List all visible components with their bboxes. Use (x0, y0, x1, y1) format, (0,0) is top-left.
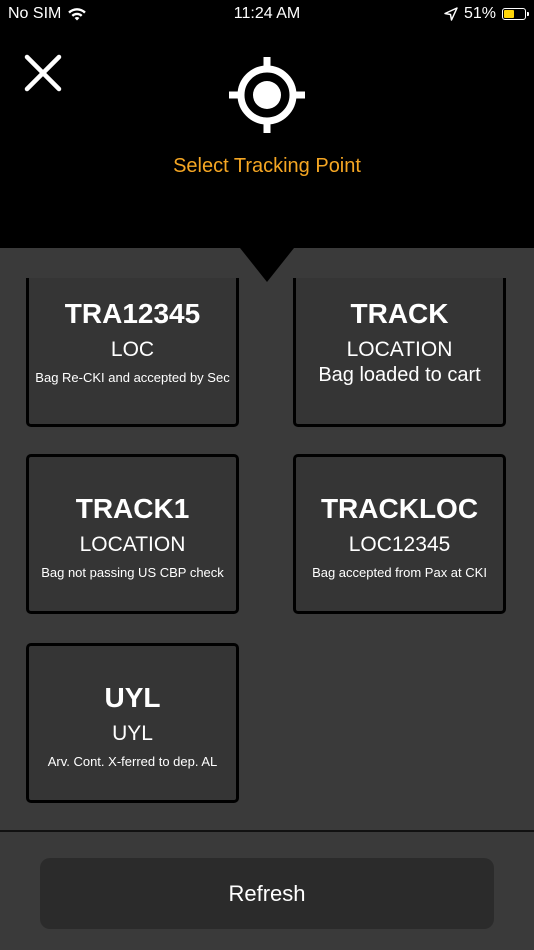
tracking-point-tile[interactable]: UYL UYL Arv. Cont. X-ferred to dep. AL (26, 643, 239, 803)
footer-divider (0, 830, 534, 832)
battery-fill (504, 10, 514, 18)
refresh-button[interactable]: Refresh (40, 858, 494, 929)
tracking-point-grid: TRA12345 LOC Bag Re-CKI and accepted by … (0, 248, 534, 830)
close-icon[interactable] (22, 52, 64, 94)
tile-location: LOC12345 (348, 533, 451, 556)
tracking-point-tile[interactable]: TRA12345 LOC Bag Re-CKI and accepted by … (26, 278, 239, 427)
location-arrow-icon (444, 7, 458, 21)
tile-code: TRACK1 (75, 493, 190, 524)
tile-description: Bag Re-CKI and accepted by Sec (35, 370, 230, 385)
tracking-point-tile[interactable]: TRACK1 LOCATION Bag not passing US CBP c… (26, 454, 239, 614)
header: Select Tracking Point (0, 28, 534, 248)
tile-description: Bag accepted from Pax at CKI (312, 565, 487, 580)
tile-location: LOCATION (79, 533, 186, 556)
tile-description: Arv. Cont. X-ferred to dep. AL (47, 754, 218, 769)
status-right: 51% (444, 5, 529, 23)
battery-percent: 51% (463, 5, 496, 22)
crosshair-target-icon (229, 57, 305, 133)
battery-icon (502, 8, 529, 20)
tile-location: LOC (110, 338, 155, 361)
popover-pointer (240, 248, 294, 282)
tile-code: TRA12345 (64, 298, 201, 329)
tile-location: LOCATION (346, 338, 453, 361)
tile-description: Bag loaded to cart (318, 364, 481, 386)
tracking-point-tile[interactable]: TRACK LOCATION Bag loaded to cart (293, 278, 506, 427)
status-bar: No SIM 11:24 AM 51% (0, 0, 534, 28)
tile-location: UYL (112, 722, 153, 745)
page-title: Select Tracking Point (173, 155, 361, 177)
tile-code: TRACKLOC (320, 493, 479, 524)
tile-description: Bag not passing US CBP check (41, 565, 224, 580)
tracking-point-tile[interactable]: TRACKLOC LOC12345 Bag accepted from Pax … (293, 454, 506, 614)
tile-code: TRACK (350, 298, 449, 329)
tile-code: UYL (104, 682, 161, 713)
